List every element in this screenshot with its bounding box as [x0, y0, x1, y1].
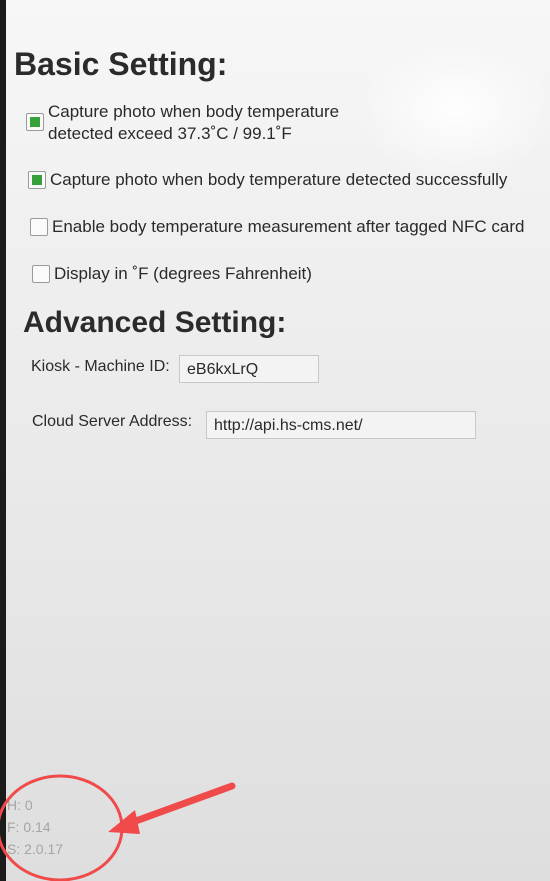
- option-capture-exceed[interactable]: Capture photo when body temperature dete…: [26, 101, 339, 145]
- option-enable-nfc[interactable]: Enable body temperature measurement afte…: [30, 216, 524, 238]
- option-capture-success[interactable]: Capture photo when body temperature dete…: [28, 169, 507, 191]
- kiosk-machine-id-label: Kiosk - Machine ID:: [31, 358, 170, 375]
- basic-setting-title: Basic Setting:: [14, 46, 228, 82]
- option-display-fahrenheit-label: Display in ˚F (degrees Fahrenheit): [54, 264, 312, 283]
- debug-f-value: F: 0.14: [7, 819, 51, 835]
- advanced-setting-title: Advanced Setting:: [23, 306, 287, 339]
- cloud-server-address-label: Cloud Server Address:: [32, 413, 193, 430]
- screen-glare: [356, 40, 550, 180]
- option-display-fahrenheit[interactable]: Display in ˚F (degrees Fahrenheit): [32, 263, 312, 285]
- debug-s-value: S: 2.0.17: [7, 841, 64, 857]
- kiosk-machine-id-field[interactable]: eB6kxLrQ: [179, 355, 319, 383]
- checkbox-enable-nfc[interactable]: [30, 218, 48, 236]
- option-capture-exceed-label: Capture photo when body temperature dete…: [48, 101, 339, 145]
- label-line-1: Capture photo when body temperature: [48, 102, 340, 121]
- kiosk-screen: Basic Setting: Capture photo when body t…: [6, 0, 550, 881]
- label-line-2: detected exceed 37.3˚C / 99.1˚F: [48, 124, 292, 143]
- checkbox-capture-exceed[interactable]: [26, 113, 44, 131]
- checkbox-display-fahrenheit[interactable]: [32, 265, 50, 283]
- option-capture-success-label: Capture photo when body temperature dete…: [50, 170, 508, 189]
- debug-h-value: H: 0: [7, 797, 33, 813]
- cloud-server-address-field[interactable]: http://api.hs-cms.net/: [206, 411, 476, 439]
- checkbox-capture-success[interactable]: [28, 171, 46, 189]
- option-enable-nfc-label: Enable body temperature measurement afte…: [52, 217, 525, 236]
